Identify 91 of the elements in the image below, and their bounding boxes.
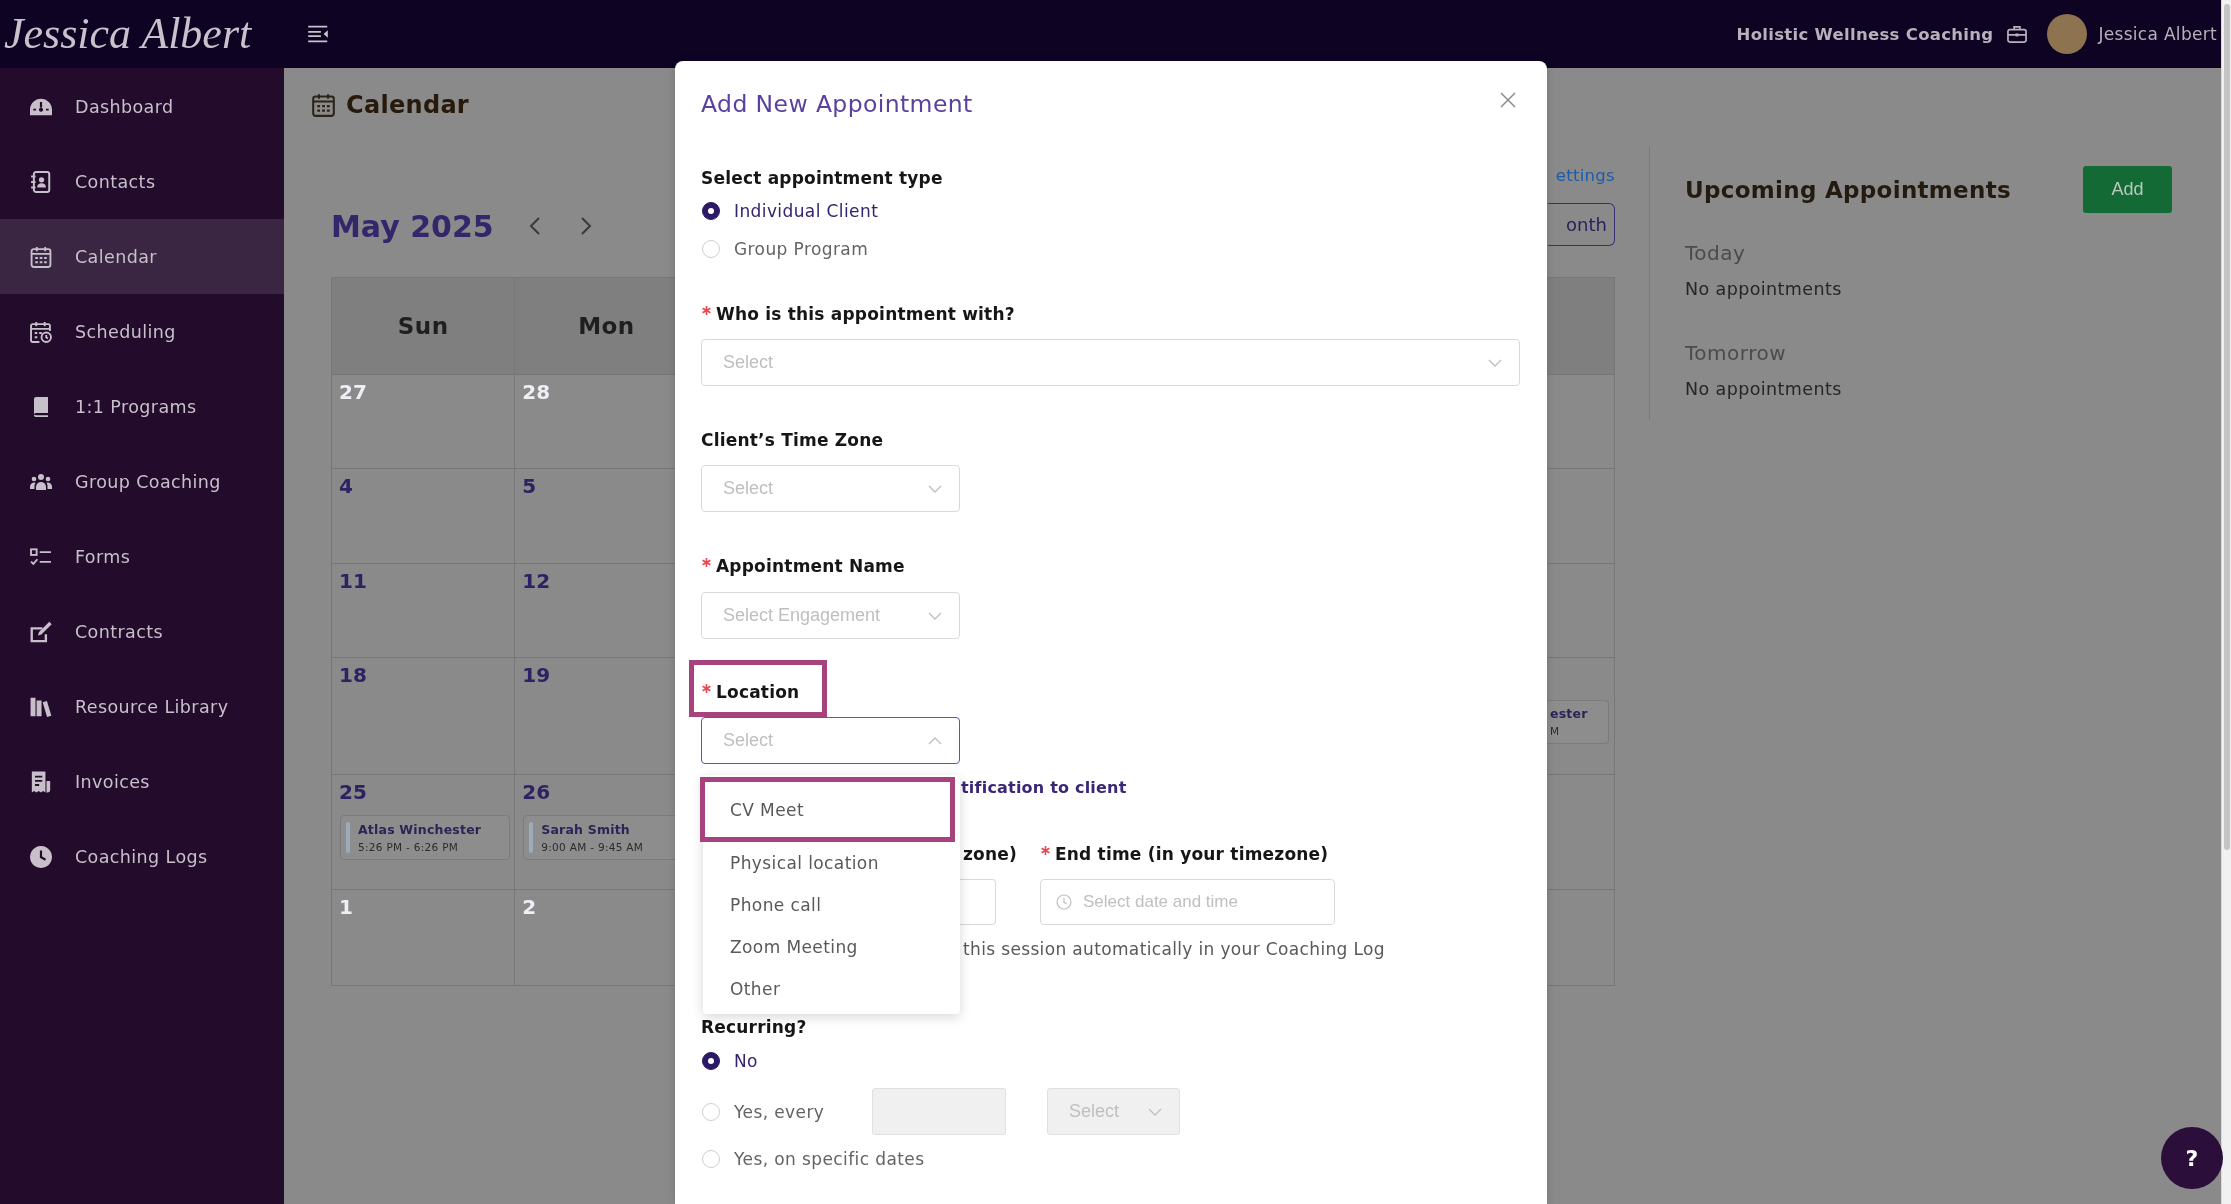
menu-option[interactable]: Physical location xyxy=(703,842,960,884)
chevron-down-icon xyxy=(928,484,942,493)
day-number: 26 xyxy=(522,779,551,805)
sidebar-item[interactable]: Resource Library xyxy=(0,669,284,744)
chevron-down-icon xyxy=(1148,1107,1162,1116)
month-label: May 2025 xyxy=(331,208,494,244)
field-label: zone) xyxy=(963,844,1017,864)
field-label: Select appointment type xyxy=(701,168,943,188)
chevron-up-icon xyxy=(928,736,942,745)
sidebar-item[interactable]: Dashboard xyxy=(0,69,284,144)
sidebar-item[interactable]: Contracts xyxy=(0,594,284,669)
panel-title: Upcoming Appointments xyxy=(1685,176,2011,203)
field-label: Client’s Time Zone xyxy=(701,430,884,450)
chevron-down-icon xyxy=(1488,358,1502,367)
add-button[interactable]: Add xyxy=(2083,166,2172,213)
event-title: Sarah Smith xyxy=(541,822,631,837)
chevron-down-icon xyxy=(928,611,942,620)
event-title: ester xyxy=(1550,706,1589,721)
event-title: Atlas Winchester xyxy=(358,822,482,837)
menu-option[interactable]: Zoom Meeting xyxy=(703,926,960,968)
pen-paper-icon xyxy=(30,620,52,643)
event-card[interactable]: ester M xyxy=(1547,700,1609,744)
day-number: 11 xyxy=(339,568,367,594)
sidebar-item[interactable]: Scheduling xyxy=(0,294,284,369)
clock-icon xyxy=(1056,894,1072,910)
field-label: Location xyxy=(716,682,800,702)
avatar[interactable] xyxy=(2047,14,2088,54)
option-label: Individual Client xyxy=(734,201,879,221)
event-stripe-icon xyxy=(346,822,350,853)
dialog-title: Add New Appointment xyxy=(701,89,973,119)
chevron-left-icon[interactable] xyxy=(528,216,541,236)
day-number: 28 xyxy=(522,379,551,405)
day-number: 25 xyxy=(339,779,367,805)
sidebar-item[interactable]: Invoices xyxy=(0,744,284,819)
day-number: 4 xyxy=(339,473,353,499)
day-number: 19 xyxy=(522,662,551,688)
event-stripe-icon xyxy=(529,822,534,853)
sidebar-item[interactable]: Forms xyxy=(0,519,284,594)
day-number: 18 xyxy=(339,662,367,688)
day-heading: Tomorrow xyxy=(1685,341,1787,365)
event-card[interactable]: Atlas Winchester 5:26 PM - 6:26 PM xyxy=(340,815,511,860)
chevron-right-icon[interactable] xyxy=(579,216,592,236)
briefcase-icon[interactable] xyxy=(2007,25,2028,43)
scrollbar[interactable] xyxy=(2221,0,2231,1204)
day-number: 12 xyxy=(522,568,551,594)
business-name: Holistic Wellness Coaching xyxy=(1736,24,1994,44)
option-label: Yes, on specific dates xyxy=(734,1149,925,1169)
sidebar-item[interactable]: Group Coaching xyxy=(0,444,284,519)
radio-button[interactable] xyxy=(702,202,720,220)
user-name[interactable]: Jessica Albert xyxy=(2098,24,2217,44)
clock-icon xyxy=(30,845,52,868)
checklist-icon xyxy=(30,545,52,568)
menu-option[interactable]: Other xyxy=(703,968,960,1010)
month-view-button[interactable]: onth xyxy=(1548,203,1615,246)
sidebar-item[interactable]: Calendar xyxy=(0,219,284,294)
field-label: Recurring? xyxy=(701,1017,807,1037)
page-title: Calendar xyxy=(346,91,469,119)
sidebar-item[interactable]: Coaching Logs xyxy=(0,819,284,894)
option-label: Group Program xyxy=(734,239,869,259)
event-time: 5:26 PM - 6:26 PM xyxy=(358,841,460,853)
day-number: 5 xyxy=(522,473,537,499)
weekday-header: Sun xyxy=(332,278,516,375)
option-label: Yes, every xyxy=(734,1101,825,1122)
day-heading: Today xyxy=(1685,241,1746,265)
menu-icon[interactable] xyxy=(307,25,329,43)
contact-book-icon xyxy=(30,170,52,193)
log-text: this session automatically in your Coaching Log xyxy=(963,938,1385,961)
receipt-icon xyxy=(30,770,52,793)
notification-link[interactable]: tification to client xyxy=(961,776,1127,800)
option-label: No xyxy=(734,1051,758,1071)
logo-text[interactable]: Jessica Albert xyxy=(0,4,285,64)
sidebar-item[interactable]: Contacts xyxy=(0,144,284,219)
menu-option[interactable]: Phone call xyxy=(703,884,960,926)
field-label: Who is this appointment with? xyxy=(716,304,1015,324)
event-time: M xyxy=(1550,725,1561,737)
calendar-icon xyxy=(30,245,52,268)
radio-button[interactable] xyxy=(702,1052,720,1070)
day-number: 1 xyxy=(339,894,353,920)
field-label: End time (in your timezone) xyxy=(1055,844,1329,864)
field-label: Appointment Name xyxy=(716,556,905,576)
calendar-clock-icon xyxy=(30,320,52,343)
day-number: 27 xyxy=(339,379,367,405)
event-time: 9:00 AM - 9:45 AM xyxy=(541,841,644,853)
empty-message: No appointments xyxy=(1685,378,1842,401)
calendar-icon xyxy=(312,93,335,117)
books-icon xyxy=(30,695,52,718)
close-icon[interactable] xyxy=(1500,92,1516,108)
day-number: 2 xyxy=(522,894,537,920)
menu-option[interactable]: CV Meet xyxy=(705,782,950,837)
empty-message: No appointments xyxy=(1685,278,1842,301)
sidebar-item[interactable]: 1:1 Programs xyxy=(0,369,284,444)
